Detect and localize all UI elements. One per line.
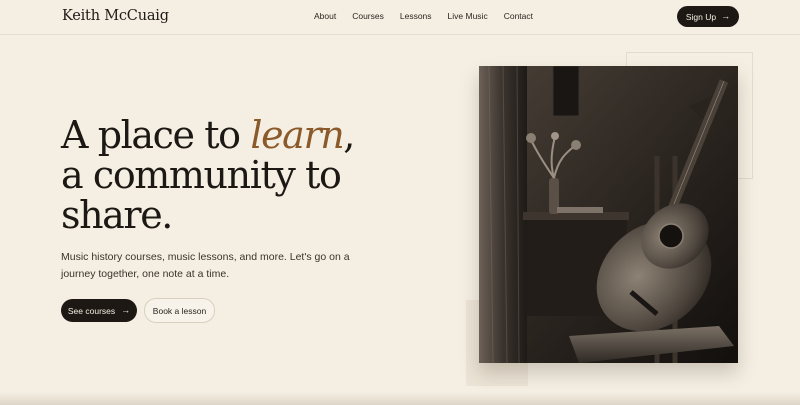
book-lesson-label: Book a lesson: [152, 305, 207, 316]
headline-accent-word: learn: [250, 113, 344, 157]
nav-courses[interactable]: Courses: [352, 11, 384, 21]
see-courses-label: See courses: [67, 305, 116, 316]
guitar-photo-illustration: [479, 66, 738, 363]
site-logo[interactable]: Keith McCuaig: [62, 8, 169, 24]
nav-about[interactable]: About: [314, 11, 336, 21]
headline-comma: ,: [343, 113, 355, 157]
page-bottom-shadow: [0, 392, 800, 405]
nav-live-music[interactable]: Live Music: [448, 11, 488, 21]
book-lesson-button[interactable]: Book a lesson: [144, 298, 215, 323]
headline-text: A place to: [61, 113, 251, 157]
main-nav: About Courses Lessons Live Music Contact: [314, 11, 533, 21]
site-header: Keith McCuaig About Courses Lessons Live…: [0, 0, 800, 35]
nav-contact[interactable]: Contact: [504, 11, 533, 21]
nav-lessons[interactable]: Lessons: [400, 11, 432, 21]
sign-up-button[interactable]: Sign Up →: [677, 6, 739, 27]
see-courses-button[interactable]: See courses →: [61, 299, 137, 322]
arrow-right-icon: →: [721, 11, 731, 21]
hero-headline: A place to learn, a community to share.: [61, 113, 355, 237]
guitar-photo: [479, 66, 738, 363]
headline-line-3: share.: [61, 193, 173, 237]
sign-up-label: Sign Up: [685, 11, 717, 22]
hero-subtext: Music history courses, music lessons, an…: [61, 251, 350, 280]
arrow-right-icon: →: [121, 305, 131, 315]
headline-line-2: a community to: [61, 153, 342, 197]
